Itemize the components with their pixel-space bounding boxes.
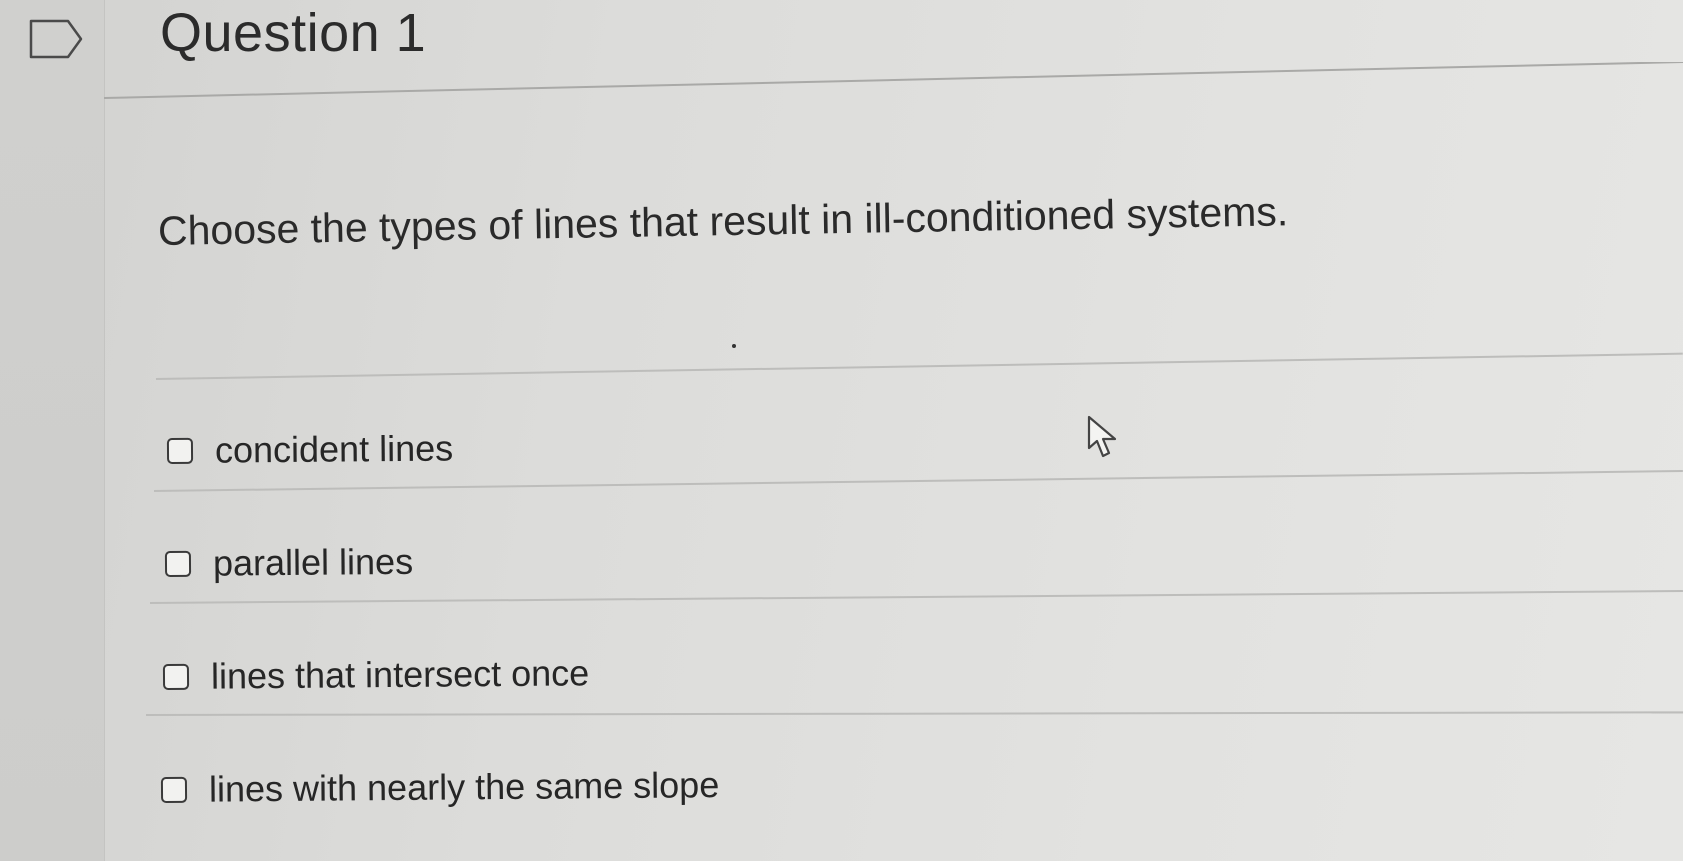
checkbox[interactable] xyxy=(164,550,192,577)
answer-divider xyxy=(149,589,1683,604)
answer-option-parallel-lines[interactable]: parallel lines xyxy=(164,540,414,585)
answer-option-label: lines with nearly the same slope xyxy=(208,764,720,810)
mouse-pointer-icon xyxy=(1087,415,1117,458)
checkbox[interactable] xyxy=(160,776,188,803)
answer-list: concident lines parallel lines lines tha… xyxy=(0,0,1683,861)
answer-option-label: concident lines xyxy=(214,427,454,471)
answer-option-label: lines that intersect once xyxy=(210,652,590,697)
answer-option-label: parallel lines xyxy=(212,540,414,584)
answer-divider xyxy=(153,469,1683,492)
answer-option-intersect-once[interactable]: lines that intersect once xyxy=(162,652,590,698)
checkbox[interactable] xyxy=(166,437,194,464)
answer-divider xyxy=(145,711,1683,716)
answer-option-concident-lines[interactable]: concident lines xyxy=(166,427,454,472)
answer-option-nearly-same-slope[interactable]: lines with nearly the same slope xyxy=(160,764,720,811)
answer-divider xyxy=(155,352,1683,380)
checkbox[interactable] xyxy=(162,663,190,690)
